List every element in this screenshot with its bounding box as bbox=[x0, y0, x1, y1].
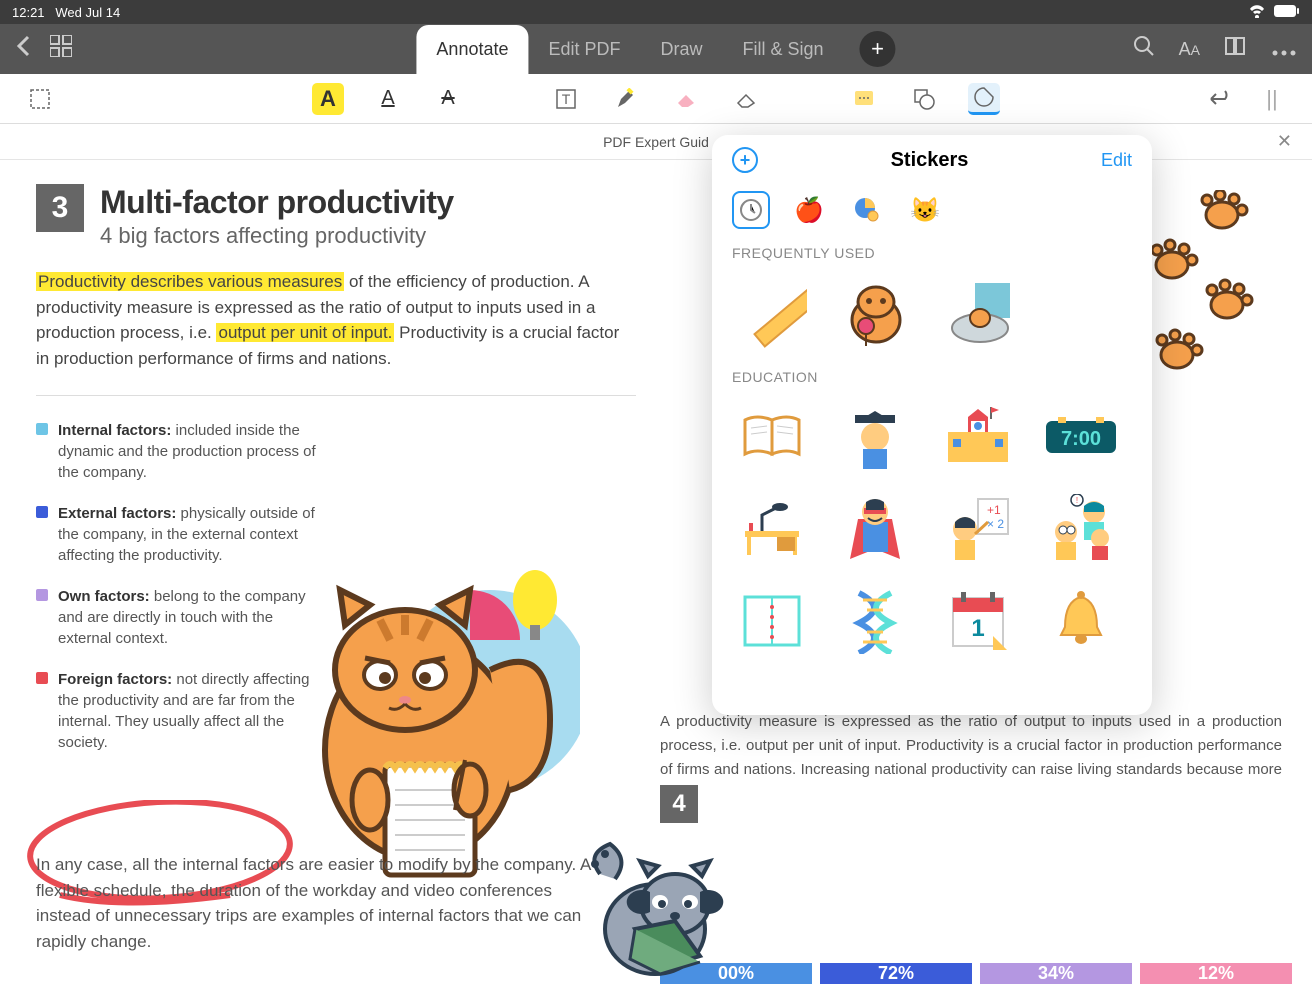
shape-tool-icon[interactable] bbox=[908, 83, 940, 115]
svg-text:+1: +1 bbox=[987, 503, 1001, 517]
sticker-superhero[interactable] bbox=[835, 489, 915, 569]
sticker-graduate[interactable] bbox=[835, 397, 915, 477]
more-icon[interactable] bbox=[1272, 36, 1296, 62]
book-icon[interactable] bbox=[1224, 36, 1248, 62]
sticker-clock[interactable]: 7:00 bbox=[1041, 397, 1121, 477]
sticker-open-book[interactable] bbox=[732, 397, 812, 477]
close-icon[interactable]: ✕ bbox=[1277, 131, 1292, 152]
tab-draw[interactable]: Draw bbox=[641, 25, 723, 74]
factor-internal: Internal factors: included inside the dy… bbox=[36, 420, 316, 483]
stickers-panel: + Stickers Edit 🍎 😺 FREQUENTLY USED EDUC… bbox=[712, 135, 1152, 715]
business-tab-icon[interactable] bbox=[848, 191, 886, 229]
sticker-cat-lollipop[interactable] bbox=[836, 273, 916, 353]
sticker-students[interactable]: ! bbox=[1041, 489, 1121, 569]
status-right bbox=[1248, 4, 1300, 21]
eraser2-tool-icon[interactable] bbox=[730, 83, 762, 115]
section-number: 3 bbox=[36, 184, 84, 232]
sticker-tool-icon[interactable] bbox=[968, 83, 1000, 115]
svg-text:!: ! bbox=[1075, 496, 1077, 505]
sticker-ruler[interactable] bbox=[732, 273, 812, 353]
bar-4: 12% bbox=[1140, 963, 1292, 984]
factor-own: Own factors: belong to the company and a… bbox=[36, 586, 316, 649]
paw-print-stickers[interactable] bbox=[1142, 190, 1262, 390]
freq-label: FREQUENTLY USED bbox=[712, 237, 1152, 265]
section-title: Multi-factor productivity bbox=[100, 184, 454, 221]
sticker-teacher[interactable]: +1× 2 bbox=[938, 489, 1018, 569]
back-icon[interactable] bbox=[16, 35, 30, 63]
search-icon[interactable] bbox=[1133, 35, 1155, 63]
sticker-dna[interactable] bbox=[835, 581, 915, 661]
sticker-school[interactable] bbox=[938, 397, 1018, 477]
svg-text:1: 1 bbox=[971, 615, 984, 642]
note-tool-icon[interactable] bbox=[848, 83, 880, 115]
section-subtitle: 4 big factors affecting productivity bbox=[100, 223, 454, 249]
bar-2: 72% bbox=[820, 963, 972, 984]
svg-text:7:00: 7:00 bbox=[1061, 428, 1101, 450]
document-title: PDF Expert Guid bbox=[603, 134, 709, 150]
sticker-calendar[interactable]: 1 bbox=[938, 581, 1018, 661]
highlight-tool-icon[interactable]: A bbox=[312, 83, 344, 115]
tab-annotate[interactable]: Annotate bbox=[416, 25, 528, 74]
text-size-icon[interactable]: AA bbox=[1179, 39, 1200, 60]
add-sticker-button[interactable]: + bbox=[732, 147, 758, 173]
highlight-1: Productivity describes various measures bbox=[36, 272, 344, 291]
education-tab-icon[interactable]: 🍎 bbox=[790, 191, 828, 229]
factor-foreign: Foreign factors: not directly affecting … bbox=[36, 669, 316, 753]
sticker-cat-bath[interactable] bbox=[940, 273, 1020, 353]
panel-title: Stickers bbox=[891, 149, 969, 172]
sticker-notebook[interactable] bbox=[732, 581, 812, 661]
edu-label: EDUCATION bbox=[712, 361, 1152, 389]
strikethrough-tool-icon[interactable]: A bbox=[432, 83, 464, 115]
text-tool-icon[interactable]: T bbox=[550, 83, 582, 115]
cats-tab-icon[interactable]: 😺 bbox=[906, 191, 944, 229]
edit-stickers-button[interactable]: Edit bbox=[1101, 150, 1132, 171]
toolbar: A A A T || bbox=[0, 74, 1312, 124]
status-bar: 12:21 Wed Jul 14 bbox=[0, 0, 1312, 24]
sticker-bell[interactable] bbox=[1041, 581, 1121, 661]
time: 12:21 bbox=[12, 5, 45, 20]
date: Wed Jul 14 bbox=[55, 5, 120, 20]
raccoon-sticker[interactable] bbox=[580, 834, 730, 984]
svg-text:× 2: × 2 bbox=[987, 517, 1004, 531]
select-tool-icon[interactable] bbox=[24, 83, 56, 115]
more-tools-icon[interactable]: || bbox=[1256, 83, 1288, 115]
tab-fill-sign[interactable]: Fill & Sign bbox=[723, 25, 844, 74]
right-paragraph: A productivity measure is expressed as t… bbox=[660, 710, 1282, 806]
svg-text:T: T bbox=[562, 91, 571, 107]
factor-list: Internal factors: included inside the dy… bbox=[36, 420, 316, 753]
bar-3: 34% bbox=[980, 963, 1132, 984]
highlight-2: output per unit of input. bbox=[216, 323, 394, 342]
eraser-tool-icon[interactable] bbox=[670, 83, 702, 115]
bar-chart: 00% 72% 34% 12% bbox=[660, 864, 1292, 984]
status-left: 12:21 Wed Jul 14 bbox=[12, 5, 120, 20]
section-4-header: 4 bbox=[660, 785, 698, 823]
bottom-paragraph: In any case, all the internal factors ar… bbox=[0, 822, 640, 984]
pen-tool-icon[interactable] bbox=[610, 83, 642, 115]
thumbnails-icon[interactable] bbox=[50, 35, 72, 63]
body-paragraph: Productivity describes various measures … bbox=[36, 269, 626, 371]
recent-tab-icon[interactable] bbox=[732, 191, 770, 229]
battery-icon bbox=[1274, 5, 1300, 20]
sticker-desk[interactable] bbox=[732, 489, 812, 569]
add-tab-button[interactable]: + bbox=[860, 31, 896, 67]
underline-tool-icon[interactable]: A bbox=[372, 83, 404, 115]
divider bbox=[36, 395, 636, 396]
tab-edit-pdf[interactable]: Edit PDF bbox=[528, 25, 640, 74]
wifi-icon bbox=[1248, 4, 1266, 21]
factor-external: External factors: physically outside of … bbox=[36, 503, 316, 566]
header: Annotate Edit PDF Draw Fill & Sign + AA bbox=[0, 24, 1312, 74]
undo-icon[interactable] bbox=[1204, 83, 1236, 115]
